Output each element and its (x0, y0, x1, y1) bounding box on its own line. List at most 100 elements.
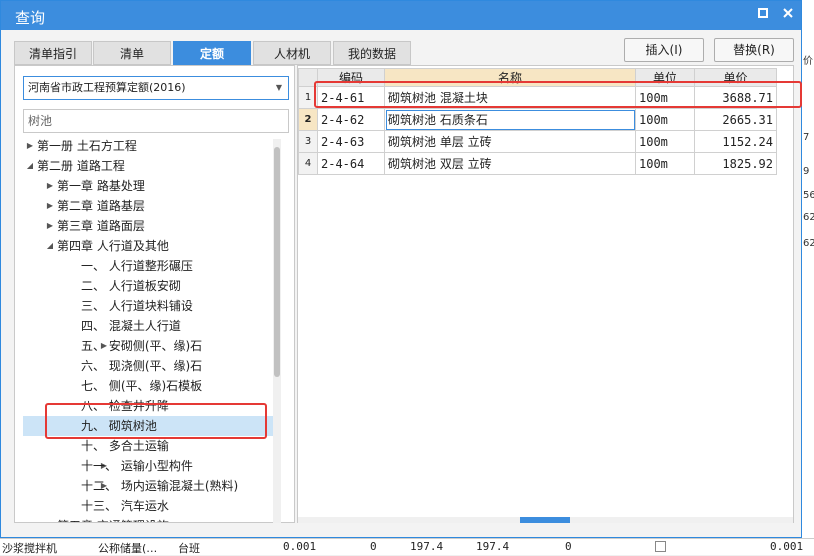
table-row[interactable]: 4 2-4-64 砌筑树池 双层 立砖 100m 1825.92 (298, 152, 777, 175)
bg-cell: 0.001 (283, 540, 317, 553)
collapse-arrow-icon[interactable]: ◢ (25, 156, 35, 176)
row-number: 3 (298, 130, 318, 153)
chevron-down-icon[interactable]: ▼ (276, 77, 282, 99)
quota-results-panel: 编码 名称 单位 单价 1 2-4-61 砌筑树池 混凝土块 100m 3688… (297, 65, 794, 523)
tab-my-data[interactable]: 我的数据 (333, 41, 411, 65)
chapter-tree: ▶ 第一册 土石方工程 ◢ 第二册 道路工程 ▶ 第一章 路基处理 ▶ 第二章 道路基层 ▶ 第三… (23, 136, 280, 522)
bg-cell: 0.001 (770, 540, 804, 553)
tree-node[interactable]: 三、 人行道块料铺设 (23, 296, 280, 316)
tree-node-label: 十二、 场内运输混凝土(熟料) (81, 479, 239, 493)
unit-cell[interactable]: 100m (635, 130, 695, 153)
tree-node[interactable]: 二、 人行道板安砌 (23, 276, 280, 296)
tree-node-label: 第二章 道路基层 (57, 199, 145, 213)
maximize-icon[interactable] (755, 7, 771, 23)
tree-node[interactable]: 六、 现浇侧(平、缘)石 (23, 356, 280, 376)
tree-node[interactable]: 四、 混凝土人行道 (23, 316, 280, 336)
background-app-column: 价 7 9 56 62 62 (800, 0, 814, 554)
tab-bill[interactable]: 清单 (93, 41, 171, 65)
tree-node-label: 二、 人行道板安砌 (81, 279, 181, 293)
background-bottom-row: 沙浆搅拌机 公称储量(… 台班 0.001 0 197.4 197.4 0 0.… (0, 538, 814, 555)
tree-node-label: 六、 现浇侧(平、缘)石 (81, 359, 203, 373)
unit-cell[interactable]: 100m (635, 152, 695, 175)
tree-node[interactable]: ▶ 十二、 场内运输混凝土(熟料) (23, 476, 280, 496)
tree-node-label: 十、 多合土运输 (81, 439, 169, 453)
bg-cell: 62 (803, 238, 814, 249)
row-number: 4 (298, 152, 318, 175)
tree-node[interactable]: 第五章 交通管理设施 (23, 516, 280, 522)
name-cell[interactable]: 砌筑树池 单层 立砖 (384, 130, 636, 153)
code-cell[interactable]: 2-4-62 (317, 108, 385, 131)
bg-cell: 197.4 (476, 540, 510, 553)
tree-scrollbar-thumb[interactable] (274, 147, 280, 377)
tree-node[interactable]: ▶ 第一章 路基处理 (23, 176, 280, 196)
price-cell[interactable]: 2665.31 (694, 108, 777, 131)
code-cell[interactable]: 2-4-63 (317, 130, 385, 153)
tree-node[interactable]: 一、 人行道整形碾压 (23, 256, 280, 276)
tree-node-label: 十一、 运输小型构件 (81, 459, 193, 473)
dialog-title: 查询 (15, 9, 46, 27)
tree-scrollbar[interactable] (273, 139, 281, 523)
tree-node-label: 第四章 人行道及其他 (57, 239, 169, 253)
query-dialog: 查询 清单指引 清单 定额 人材机 我的数据 插入(I) 替换(R) 河南省市政… (0, 0, 802, 538)
table-horizontal-scrollbar[interactable] (298, 517, 793, 523)
row-number: 2 (298, 108, 318, 131)
tab-quota[interactable]: 定额 (173, 41, 251, 65)
quota-library-panel: 河南省市政工程预算定额(2016) ▼ 树池 ▶ 第一册 土石方工程 ◢ 第二册 道路… (14, 65, 295, 523)
scrollbar-grip[interactable] (520, 517, 570, 523)
code-cell[interactable]: 2-4-64 (317, 152, 385, 175)
bg-cell: 0 (370, 540, 377, 553)
tree-node[interactable]: ◢ 第二册 道路工程 (23, 156, 280, 176)
tree-node[interactable]: ▶ 第三章 道路面层 (23, 216, 280, 236)
name-cell[interactable]: 砌筑树池 双层 立砖 (384, 152, 636, 175)
expand-arrow-icon[interactable]: ▶ (25, 136, 35, 156)
tree-node[interactable]: 七、 侧(平、缘)石模板 (23, 376, 280, 396)
tree-node[interactable]: ◢ 第四章 人行道及其他 (23, 236, 280, 256)
table-row[interactable]: 2 2-4-62 砌筑树池 石质条石 100m 2665.31 (298, 108, 777, 131)
price-cell[interactable]: 1825.92 (694, 152, 777, 175)
tree-node-label: 第一册 土石方工程 (37, 139, 137, 153)
bg-header-cell: 价 (803, 56, 813, 67)
unit-cell[interactable]: 100m (635, 108, 695, 131)
tree-node-label: 一、 人行道整形碾压 (81, 259, 193, 273)
tab-bill-guide[interactable]: 清单指引 (14, 41, 92, 65)
price-cell[interactable]: 1152.24 (694, 130, 777, 153)
tree-node[interactable]: 十、 多合土运输 (23, 436, 280, 456)
dialog-titlebar[interactable]: 查询 (1, 1, 801, 30)
tree-node[interactable]: ▶ 第一册 土石方工程 (23, 136, 280, 156)
tree-node-label: 十三、 汽车运水 (81, 499, 169, 513)
bg-cell: 0 (565, 540, 572, 553)
bg-cell: 62 (803, 212, 814, 223)
expand-arrow-icon[interactable]: ▶ (45, 196, 55, 216)
collapse-arrow-icon[interactable]: ◢ (45, 236, 55, 256)
bg-cell: 7 (803, 132, 810, 143)
tree-node-label: 第一章 路基处理 (57, 179, 145, 193)
library-select[interactable]: 河南省市政工程预算定额(2016) ▼ (23, 76, 289, 100)
tree-node[interactable]: ▶ 五、 安砌侧(平、缘)石 (23, 336, 280, 356)
tree-node-label: 七、 侧(平、缘)石模板 (81, 379, 203, 393)
tree-node[interactable]: ▶ 十一、 运输小型构件 (23, 456, 280, 476)
highlight-box-first-row (314, 81, 802, 108)
bg-cell: 197.4 (410, 540, 444, 553)
insert-button[interactable]: 插入(I) (624, 38, 704, 62)
tree-node[interactable]: 十三、 汽车运水 (23, 496, 280, 516)
name-cell[interactable]: 砌筑树池 石质条石 (384, 108, 636, 131)
tab-labor-material[interactable]: 人材机 (253, 41, 331, 65)
tree-node-label: 第五章 交通管理设施 (57, 516, 169, 522)
replace-button[interactable]: 替换(R) (714, 38, 794, 62)
expand-arrow-icon[interactable]: ▶ (45, 216, 55, 236)
tree-node[interactable]: ▶ 第二章 道路基层 (23, 196, 280, 216)
bg-checkbox (655, 541, 666, 552)
bg-cell: 56 (803, 190, 814, 201)
highlight-box-tree-node (45, 403, 267, 439)
tree-node-label: 第三章 道路面层 (57, 219, 145, 233)
close-icon[interactable] (780, 7, 796, 23)
tree-node-label: 第二册 道路工程 (37, 159, 125, 173)
search-input[interactable]: 树池 (23, 109, 289, 133)
table-row[interactable]: 3 2-4-63 砌筑树池 单层 立砖 100m 1152.24 (298, 130, 777, 153)
tree-node-label: 五、 安砌侧(平、缘)石 (81, 339, 203, 353)
expand-arrow-icon[interactable]: ▶ (45, 176, 55, 196)
library-select-value: 河南省市政工程预算定额(2016) (28, 81, 186, 94)
tree-node-label: 四、 混凝土人行道 (81, 319, 181, 333)
tree-node-label: 三、 人行道块料铺设 (81, 299, 193, 313)
bg-cell: 9 (803, 166, 810, 177)
